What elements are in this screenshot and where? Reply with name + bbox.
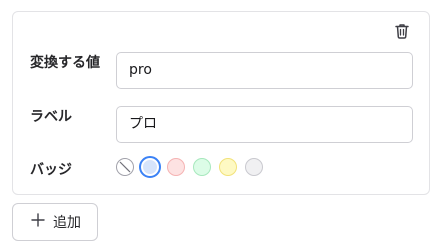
- badge-blue-swatch[interactable]: [139, 156, 161, 178]
- value-input[interactable]: pro: [116, 52, 413, 89]
- badge-field-label: バッジ: [30, 162, 72, 178]
- add-button[interactable]: 追加: [12, 203, 98, 241]
- badge-yellow-swatch[interactable]: [219, 158, 237, 176]
- label-input[interactable]: プロ: [116, 106, 413, 143]
- badge-green-swatch[interactable]: [193, 158, 211, 176]
- delete-button[interactable]: [393, 22, 411, 40]
- value-field-label: 変換する値: [30, 55, 100, 71]
- trash-icon: [395, 24, 409, 39]
- badge-gray-swatch[interactable]: [245, 158, 263, 176]
- badge-red-swatch[interactable]: [167, 158, 185, 176]
- no-badge-icon: [119, 161, 131, 173]
- option-item-card: 変換する値 pro ラベル プロ バッジ: [12, 11, 430, 195]
- badge-none-swatch[interactable]: [116, 158, 134, 176]
- plus-icon: [31, 213, 45, 231]
- label-field-label: ラベル: [30, 109, 72, 125]
- add-button-label: 追加: [53, 215, 81, 231]
